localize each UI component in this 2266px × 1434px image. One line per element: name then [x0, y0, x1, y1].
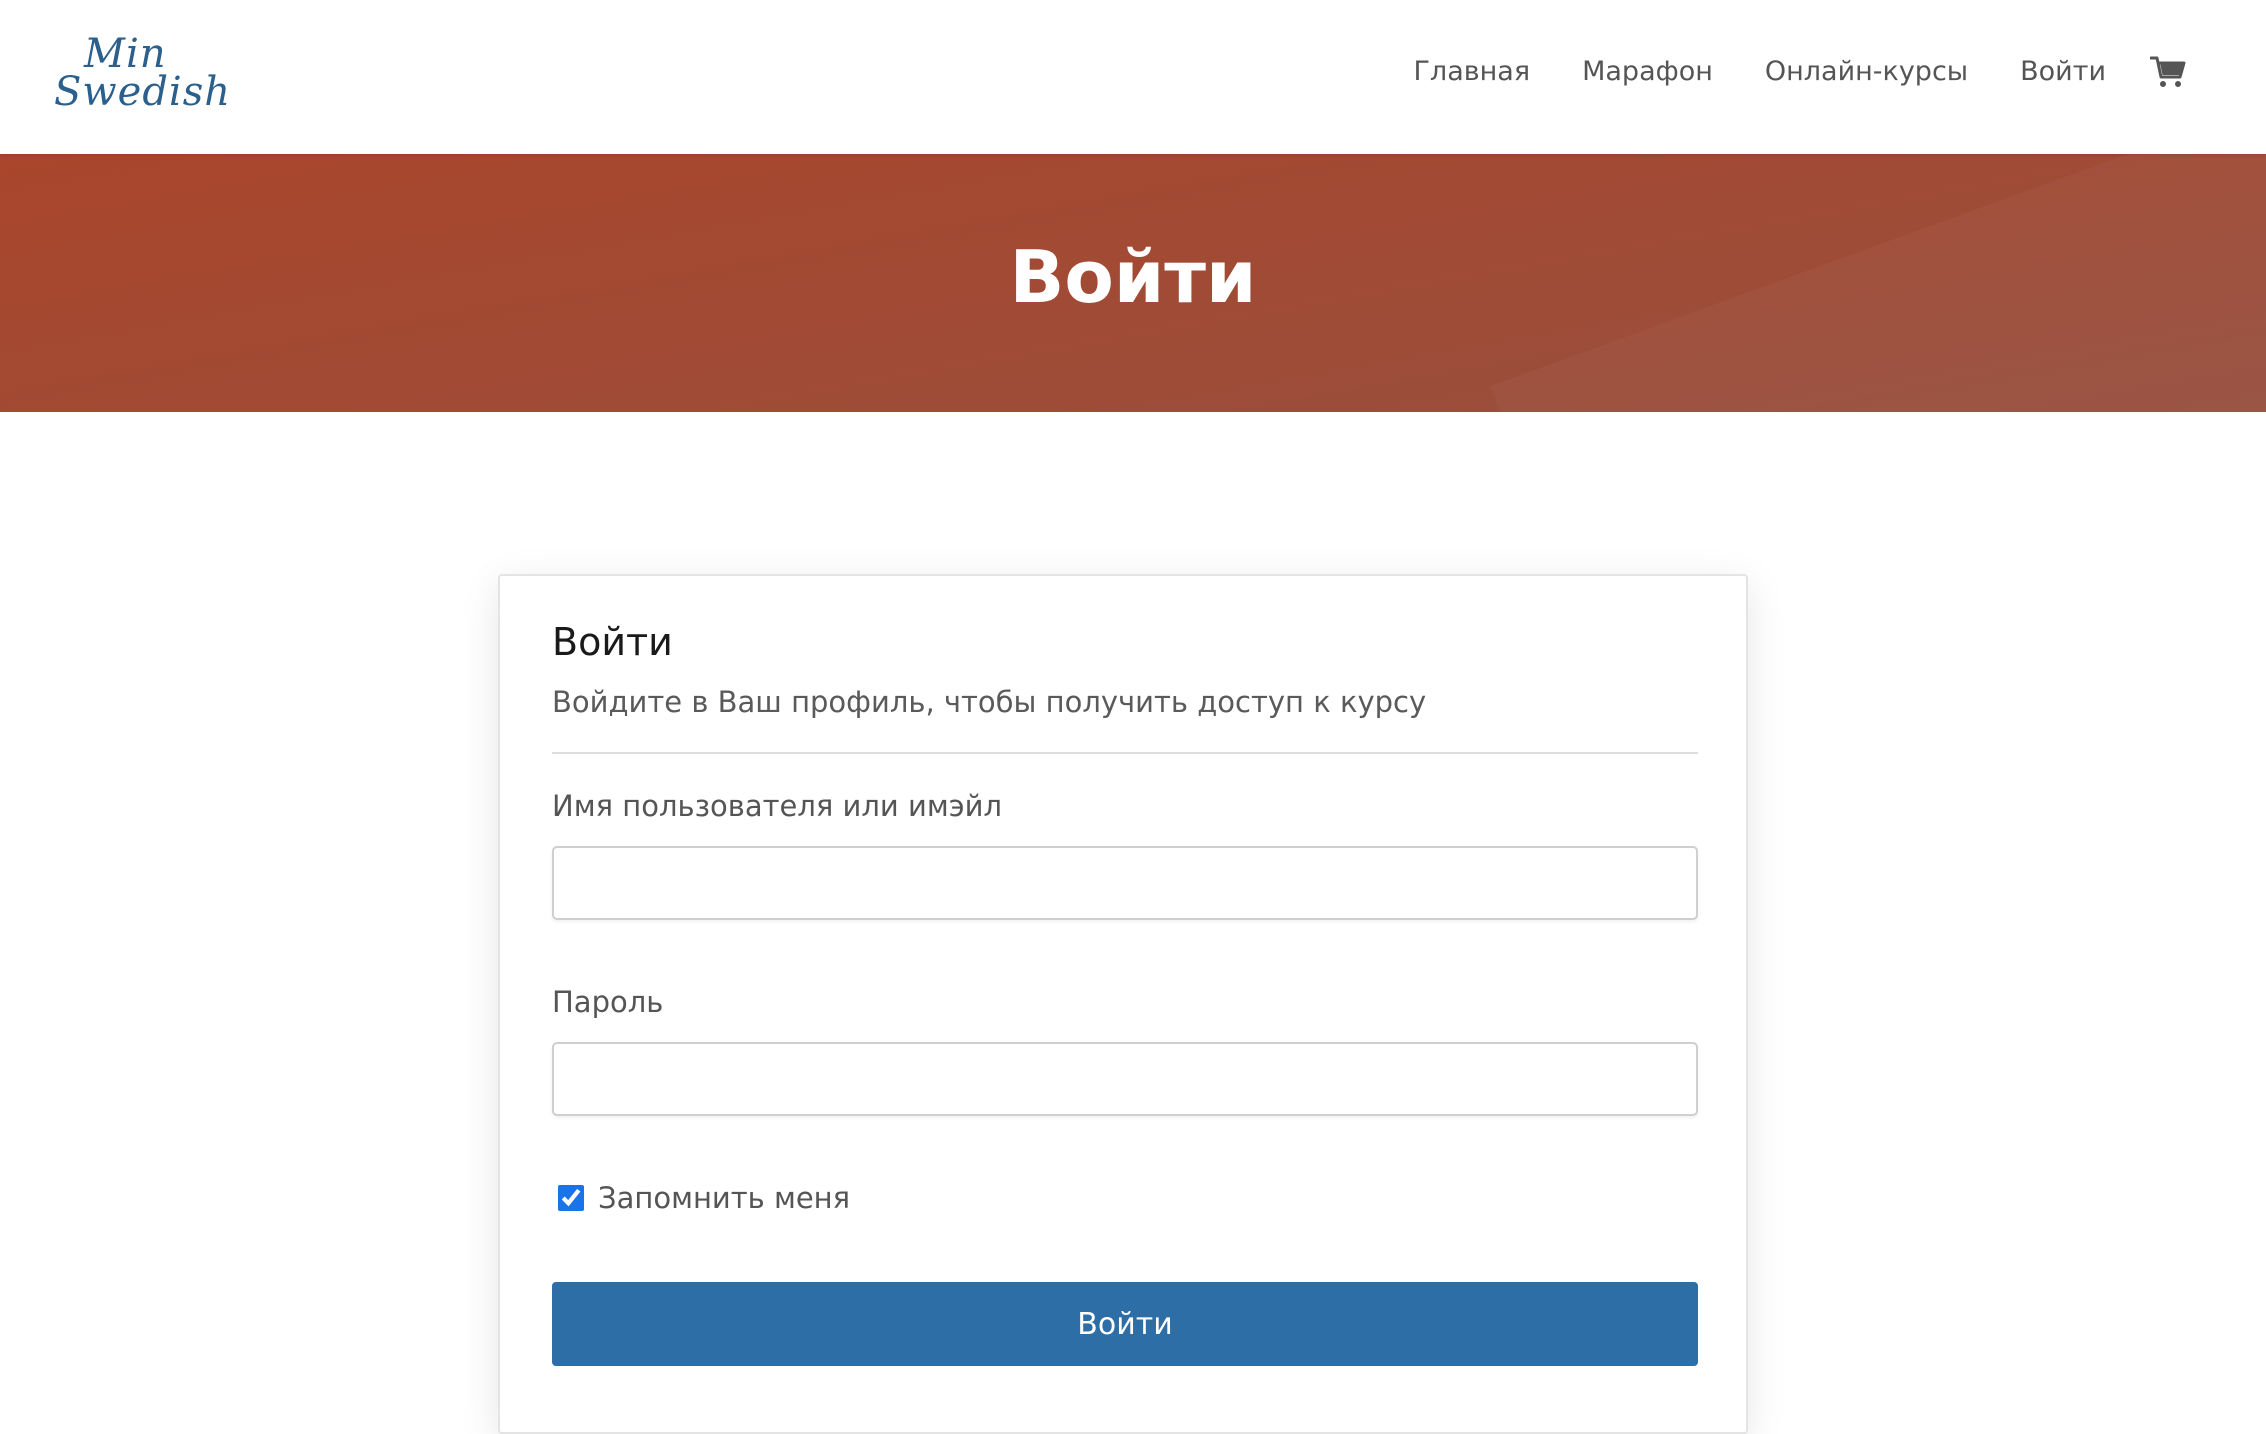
login-card: Войти Войдите в Ваш профиль, чтобы получ…: [498, 574, 1748, 1434]
remember-me-label: Запомнить меня: [598, 1181, 851, 1215]
nav-item-home[interactable]: Главная: [1413, 52, 1530, 92]
site-logo[interactable]: Min Swedish: [54, 30, 230, 120]
login-submit-button[interactable]: Войти: [552, 1282, 1698, 1366]
login-form-subtitle: Войдите в Ваш профиль, чтобы получить до…: [552, 685, 1427, 719]
page-title: Войти: [1009, 235, 1257, 319]
main-nav: Главная Марафон Онлайн-курсы Войти: [1413, 52, 2186, 92]
username-input[interactable]: [552, 846, 1698, 920]
page-hero-banner: Войти: [0, 154, 2266, 412]
site-header: Min Swedish Главная Марафон Онлайн-курсы…: [0, 0, 2266, 154]
remember-me-checkbox[interactable]: [558, 1185, 584, 1211]
password-label: Пароль: [552, 985, 664, 1019]
form-divider: [552, 752, 1698, 754]
nav-item-online-courses[interactable]: Онлайн-курсы: [1765, 52, 1968, 92]
nav-item-marathon[interactable]: Марафон: [1582, 52, 1713, 92]
remember-me-row[interactable]: Запомнить меня: [558, 1178, 850, 1218]
shopping-cart-icon[interactable]: [2149, 55, 2186, 89]
login-form-title: Войти: [552, 620, 673, 664]
logo-line-2: Swedish: [54, 69, 231, 115]
nav-item-login[interactable]: Войти: [2020, 52, 2106, 92]
password-input[interactable]: [552, 1042, 1698, 1116]
username-label: Имя пользователя или имэйл: [552, 789, 1002, 823]
